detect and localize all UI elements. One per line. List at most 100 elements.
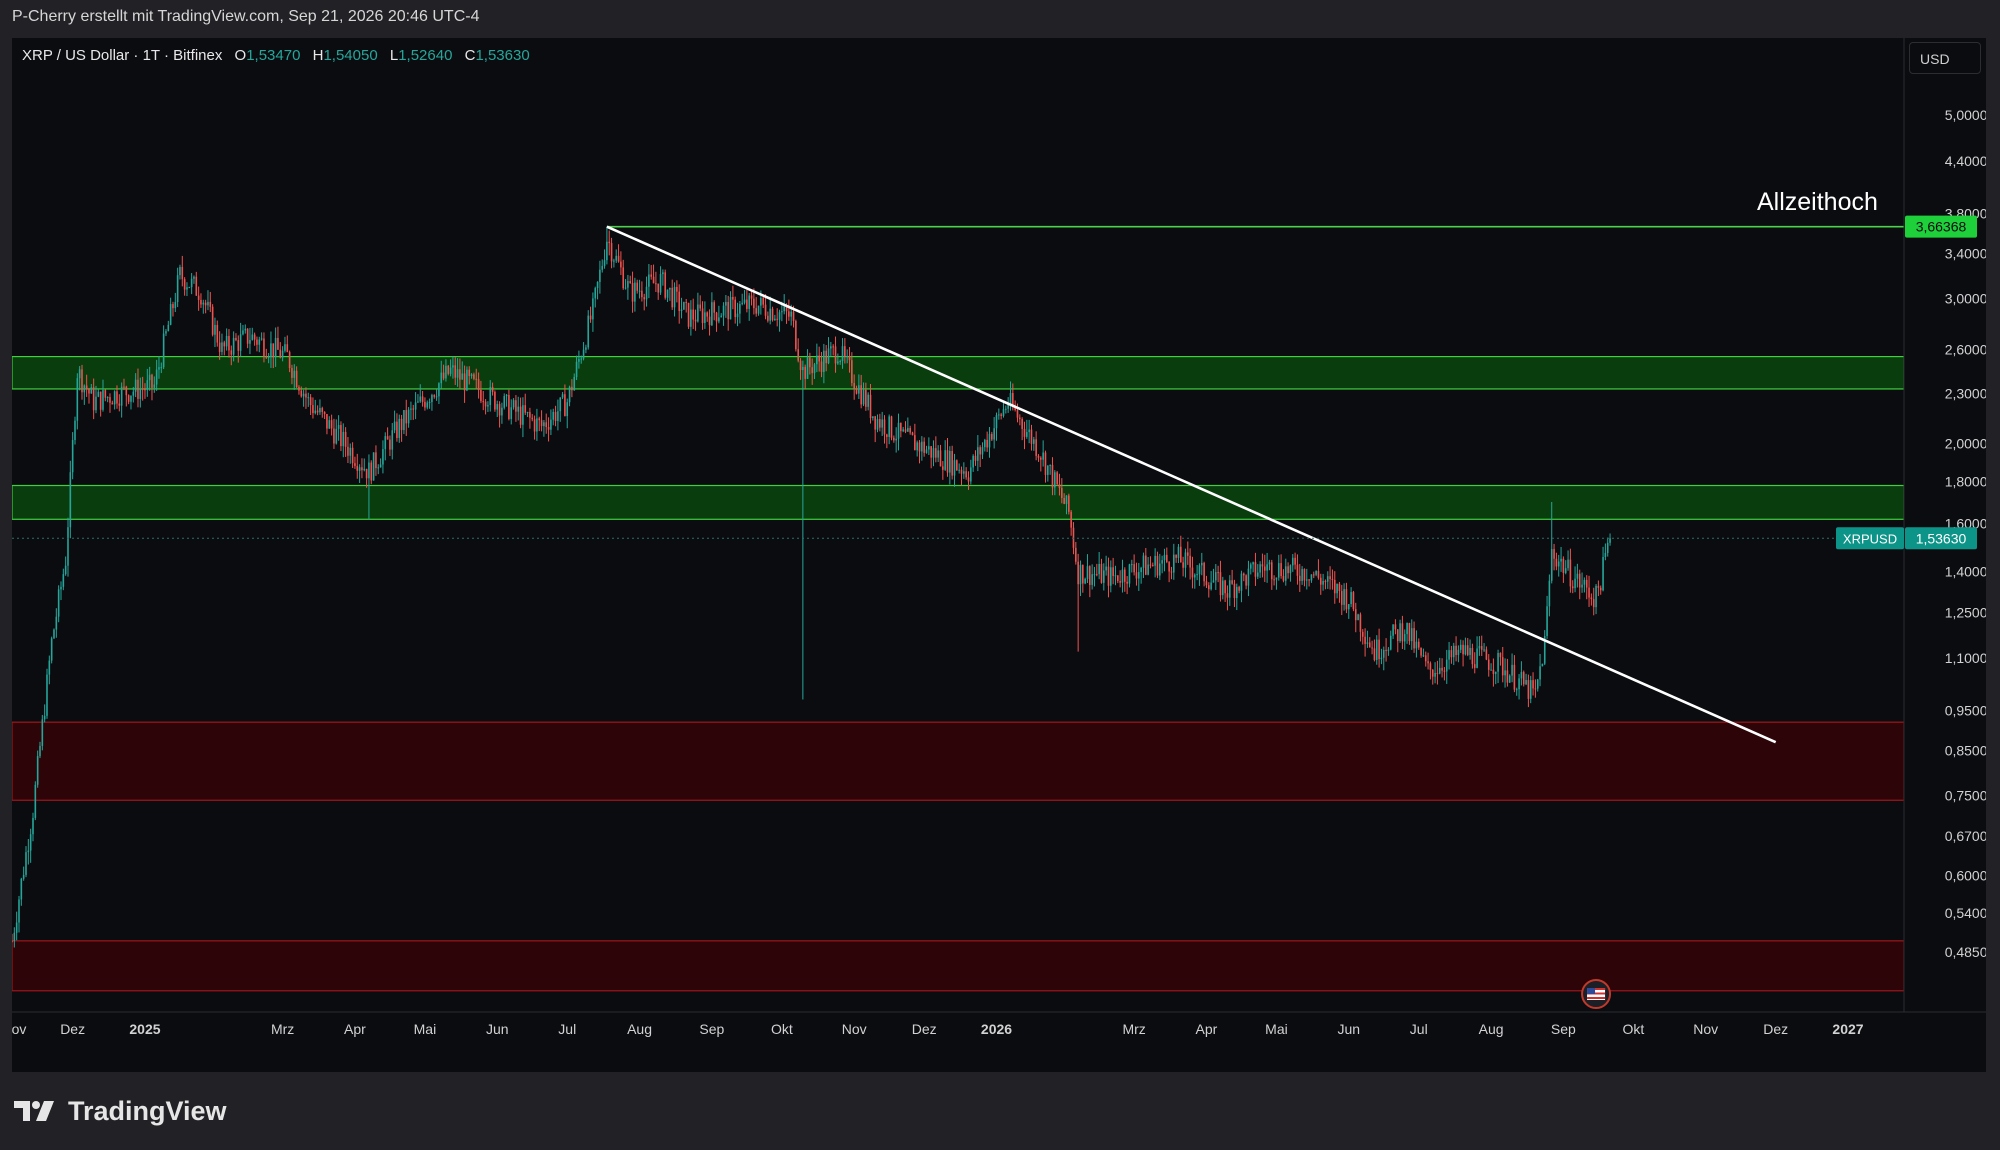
candle-body: [697, 304, 699, 322]
tradingview-logo[interactable]: TradingView: [14, 1094, 227, 1128]
candle-body: [134, 379, 137, 392]
candle-body: [95, 396, 97, 411]
candle-body: [221, 342, 223, 352]
candle-body: [403, 410, 405, 431]
candle-body: [1578, 573, 1581, 588]
candle-body: [1161, 560, 1163, 564]
candle-body: [1462, 644, 1464, 655]
candle-body: [410, 408, 412, 410]
candle-body: [869, 394, 872, 419]
candle-body: [613, 260, 615, 262]
candle-body: [1056, 472, 1058, 485]
candle-body: [830, 346, 832, 349]
candle-body: [1343, 589, 1345, 605]
y-tick-label: 0,60000: [1945, 867, 1986, 883]
candle-body: [1100, 563, 1103, 583]
candle-body: [1235, 586, 1238, 599]
candle-body: [1228, 580, 1231, 598]
candle-body: [1196, 574, 1198, 576]
candle-body: [461, 373, 464, 380]
candle-body: [813, 364, 816, 374]
candle-body: [375, 452, 377, 469]
candle-body: [379, 464, 382, 468]
candle-body: [447, 365, 450, 374]
candle-body: [267, 356, 270, 358]
candle-body: [97, 391, 100, 397]
candle-body: [225, 335, 228, 347]
candle-body: [923, 441, 925, 453]
candle-body: [580, 358, 583, 360]
candle-body: [172, 304, 174, 309]
candle-body: [102, 390, 104, 410]
candle-body: [281, 350, 284, 358]
candle-body: [664, 272, 667, 298]
candle-body: [90, 387, 93, 394]
candle-body: [809, 357, 811, 368]
candle-body: [1096, 574, 1098, 576]
candle-body: [914, 435, 916, 451]
candle-body: [666, 289, 669, 298]
candle-body: [1345, 589, 1348, 610]
candle-body: [1471, 647, 1474, 665]
candle-body: [937, 450, 939, 458]
candle-body: [46, 674, 48, 716]
candle-body: [1247, 568, 1250, 586]
candle-body: [547, 426, 550, 430]
candle-body: [489, 386, 492, 406]
candle-body: [865, 389, 867, 407]
candle-body: [454, 365, 457, 378]
candle-body: [886, 434, 888, 437]
high-label: H: [312, 47, 324, 64]
candle-body: [125, 386, 128, 396]
chart-area[interactable]: 5,000004,400003,800003,400003,000002,600…: [12, 38, 1986, 1072]
candle-body: [1497, 652, 1499, 672]
candle-body: [260, 338, 263, 340]
y-tick-label: 1,80000: [1945, 473, 1986, 489]
candle-body: [1401, 623, 1404, 642]
candle-body: [568, 386, 571, 403]
candle-body: [1019, 417, 1021, 420]
candle-body: [1200, 562, 1203, 566]
price-chart[interactable]: 5,000004,400003,800003,400003,000002,600…: [12, 38, 1986, 1072]
y-tick-label: 5,00000: [1945, 107, 1986, 123]
candle-body: [823, 350, 825, 372]
candle-body: [729, 296, 732, 320]
candle-body: [1128, 564, 1131, 584]
candle-body: [284, 344, 286, 351]
y-tick-label: 1,10000: [1945, 650, 1986, 666]
candle-body: [1438, 667, 1441, 674]
candle-body: [557, 411, 559, 422]
candle-body: [1359, 614, 1362, 632]
candle-body: [67, 527, 69, 566]
candle-body: [727, 301, 730, 320]
candle-body: [354, 463, 356, 466]
candle-body: [1476, 648, 1478, 668]
candle-body: [995, 415, 998, 429]
candle-body: [1033, 439, 1035, 444]
candle-body: [531, 417, 534, 420]
candle-body: [340, 425, 342, 447]
candle-body: [230, 350, 233, 355]
candle-body: [1154, 555, 1156, 566]
x-tick-label: 2025: [129, 1021, 160, 1037]
candle-body: [232, 337, 235, 355]
candle-body: [1098, 563, 1100, 575]
candle-body: [641, 290, 643, 298]
candle-body: [671, 287, 674, 308]
candle-body: [897, 422, 900, 439]
candle-body: [1420, 647, 1422, 656]
currency-unit-button[interactable]: USD: [1909, 42, 1981, 74]
candle-body: [1406, 623, 1408, 635]
candle-body: [1541, 663, 1544, 667]
candle-body: [249, 339, 251, 344]
candle-body: [517, 406, 520, 412]
candle-body: [1506, 670, 1509, 683]
candle-body: [53, 629, 55, 639]
candle-body: [876, 419, 879, 430]
candle-body: [592, 298, 594, 320]
candle-body: [1557, 561, 1560, 567]
candle-body: [1021, 419, 1023, 429]
y-tick-label: 0,48500: [1945, 944, 1986, 960]
candle-body: [888, 416, 890, 437]
candle-body: [872, 416, 874, 419]
